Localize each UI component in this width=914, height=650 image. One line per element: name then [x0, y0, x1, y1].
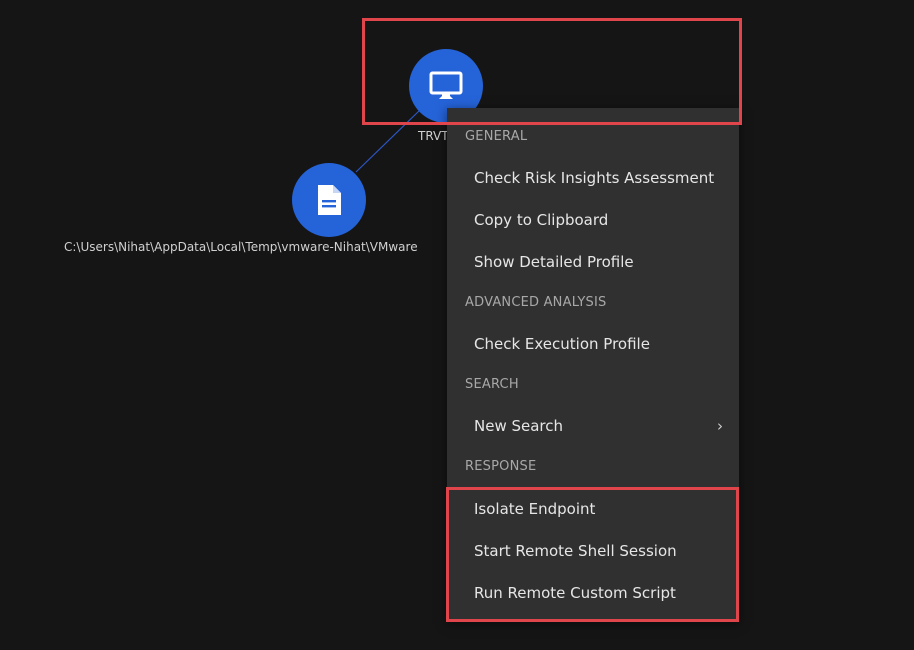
menu-item-new-search-label: New Search	[474, 417, 564, 435]
menu-item-start-remote-shell-session[interactable]: Start Remote Shell Session	[447, 531, 739, 571]
menu-item-copy-to-clipboard[interactable]: Copy to Clipboard	[447, 200, 739, 240]
menu-header-advanced-analysis: ADVANCED ANALYSIS	[465, 295, 607, 310]
menu-header-general: GENERAL	[465, 129, 528, 144]
file-node[interactable]	[292, 163, 366, 237]
document-icon	[318, 185, 341, 215]
menu-item-run-remote-custom-script[interactable]: Run Remote Custom Script	[447, 573, 739, 613]
menu-header-search: SEARCH	[465, 377, 519, 392]
endpoint-node-label: TRVT	[418, 129, 449, 143]
monitor-icon	[429, 71, 463, 99]
menu-item-isolate-endpoint[interactable]: Isolate Endpoint	[447, 489, 739, 529]
menu-header-response: RESPONSE	[465, 459, 537, 474]
menu-item-check-risk-insights-assessment[interactable]: Check Risk Insights Assessment	[447, 158, 739, 198]
menu-item-new-search[interactable]: New Search ›	[447, 406, 739, 446]
context-menu: GENERAL Check Risk Insights Assessment C…	[447, 108, 739, 622]
menu-item-show-detailed-profile[interactable]: Show Detailed Profile	[447, 242, 739, 282]
file-node-label: C:\Users\Nihat\AppData\Local\Temp\vmware…	[64, 240, 418, 254]
menu-item-check-execution-profile[interactable]: Check Execution Profile	[447, 324, 739, 364]
chevron-right-icon: ›	[717, 417, 723, 435]
